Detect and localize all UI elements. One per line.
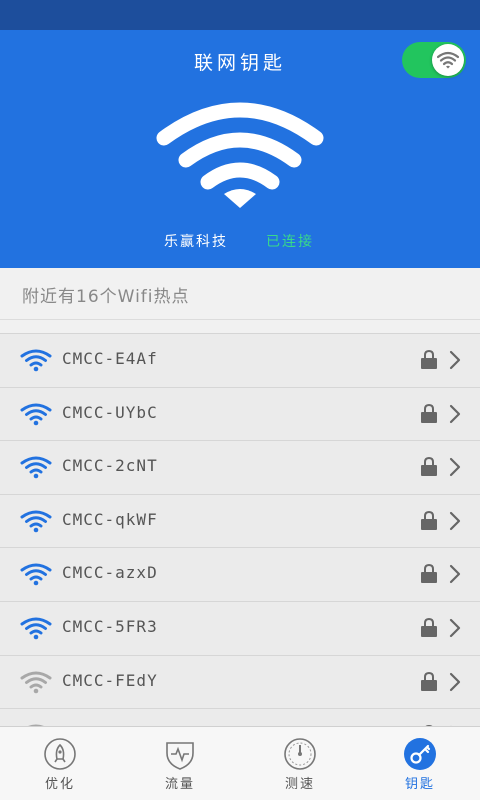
lock-icon	[421, 510, 437, 530]
wifi-signal-icon	[20, 456, 52, 479]
network-ssid: CMCC-E4Af	[62, 349, 158, 368]
large-wifi-icon	[156, 102, 324, 208]
tab-key[interactable]: 钥匙	[360, 727, 480, 800]
chevron-right-icon[interactable]	[448, 457, 462, 477]
network-row[interactable]: CMCC-E4Af	[0, 334, 480, 388]
lock-icon	[421, 350, 437, 369]
key-icon	[404, 738, 436, 770]
lock-icon	[421, 617, 437, 637]
company-name: 乐赢科技	[164, 234, 228, 250]
speedometer-icon	[284, 738, 316, 770]
network-ssid: CMCC-UYbC	[62, 402, 158, 422]
wifi-signal-icon	[20, 617, 52, 640]
network-ssid: CMCC-qkWF	[62, 509, 158, 529]
nearby-hotspots-text: 附近有16个Wifi热点	[22, 287, 190, 307]
network-row[interactable]: CMCC-azxD	[0, 548, 480, 602]
wifi-toggle[interactable]	[402, 42, 466, 78]
network-ssid: CMCC-FEdY	[62, 670, 158, 690]
chevron-right-icon[interactable]	[448, 672, 462, 692]
wifi-toggle-knob	[432, 44, 464, 76]
chevron-right-icon[interactable]	[448, 564, 462, 584]
status-bar	[0, 0, 480, 30]
bottom-tab-bar: 优化 流量 测速 钥匙	[0, 726, 480, 800]
chevron-right-icon[interactable]	[448, 350, 462, 370]
network-row[interactable]: CMCC-UYbC	[0, 387, 480, 442]
network-row[interactable]: CMCC-5FR3	[0, 601, 480, 656]
connection-info: 乐赢科技 已连接	[0, 231, 480, 255]
network-row[interactable]: CMCC-qkWF	[0, 494, 480, 549]
network-row[interactable]	[0, 709, 480, 726]
tab-optimize[interactable]: 优化	[0, 727, 120, 800]
tab-label: 优化	[44, 777, 75, 792]
wifi-signal-icon	[20, 403, 52, 425]
wifi-icon	[437, 51, 459, 69]
nearby-hotspots-bar: 附近有16个Wifi热点	[0, 268, 480, 320]
tab-label: 钥匙	[404, 777, 435, 792]
chevron-right-icon[interactable]	[448, 618, 462, 638]
tab-label: 测速	[284, 777, 315, 792]
lock-icon	[421, 671, 437, 691]
tab-label: 流量	[164, 777, 195, 792]
hero-header: 联网钥匙 乐赢科技 已连接	[0, 30, 480, 268]
chevron-right-icon[interactable]	[448, 511, 462, 531]
rocket-icon	[44, 738, 76, 770]
network-ssid: CMCC-2cNT	[62, 456, 158, 476]
wifi-signal-icon	[20, 563, 52, 586]
tab-traffic[interactable]: 流量	[120, 727, 240, 800]
wifi-signal-icon	[20, 510, 52, 533]
lock-icon	[421, 564, 437, 584]
chevron-right-icon[interactable]	[448, 404, 462, 424]
network-ssid: CMCC-5FR3	[62, 616, 158, 636]
network-ssid: CMCC-azxD	[62, 563, 158, 583]
tab-speedtest[interactable]: 测速	[240, 727, 360, 800]
divider	[0, 320, 480, 334]
network-row[interactable]: CMCC-2cNT	[0, 441, 480, 495]
network-row[interactable]: CMCC-FEdY	[0, 655, 480, 710]
connection-status: 已连接	[266, 234, 314, 250]
network-list[interactable]: CMCC-E4Af CMCC-UYbC CMCC-2cNT CMCC-qkWF CMCC…	[0, 334, 480, 726]
wifi-signal-icon	[20, 671, 52, 693]
pulse-shield-icon	[166, 742, 194, 770]
lock-icon	[421, 403, 437, 423]
lock-icon	[421, 457, 437, 477]
wifi-signal-icon	[20, 349, 52, 372]
